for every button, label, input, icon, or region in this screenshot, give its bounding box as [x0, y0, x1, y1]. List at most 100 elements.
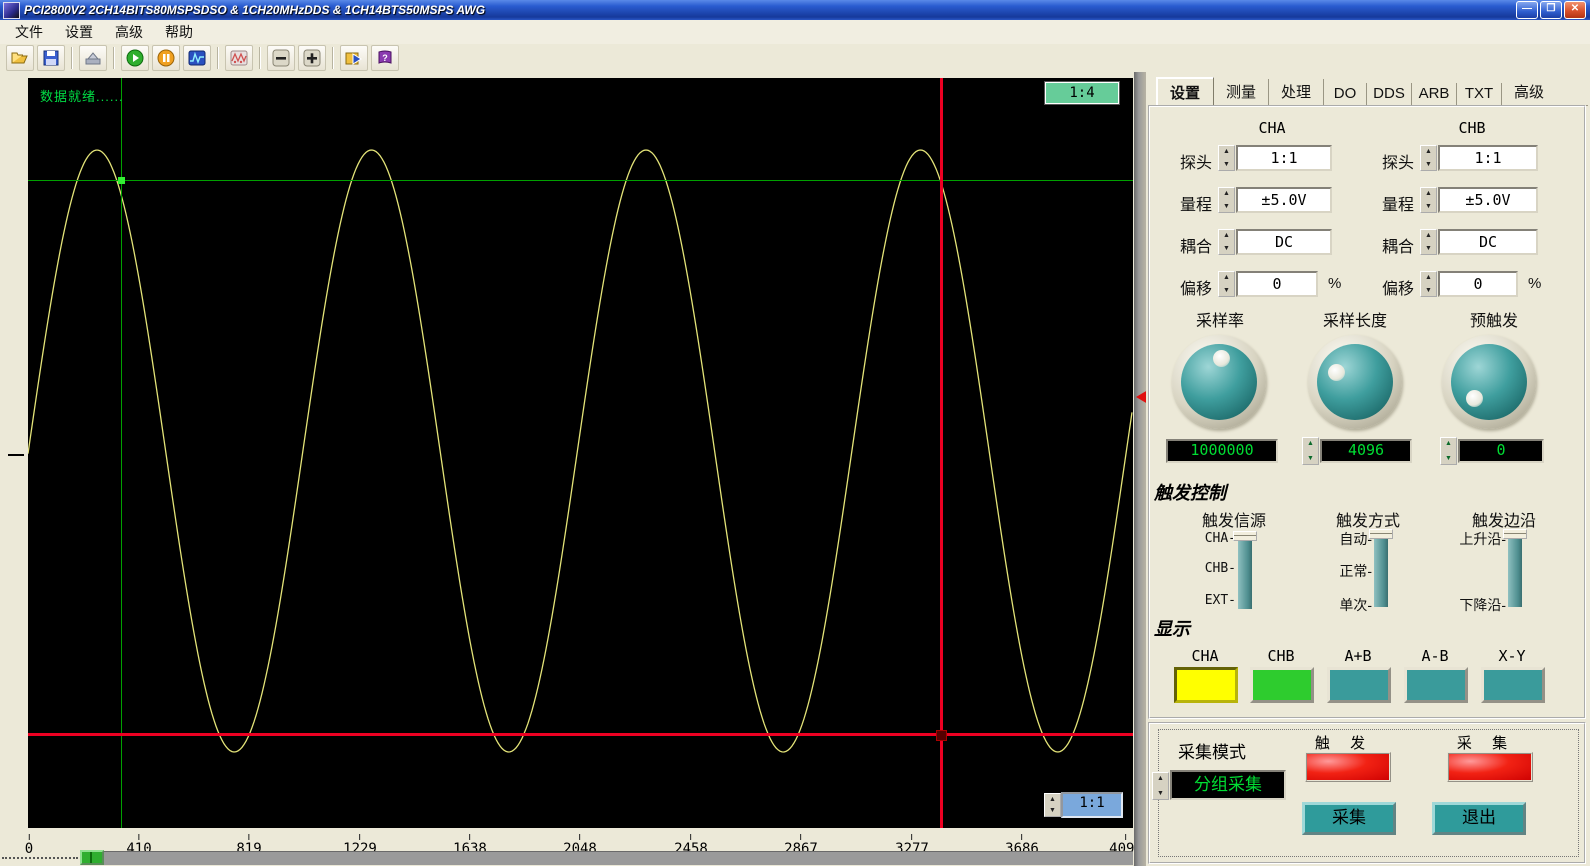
sample-rate-knob[interactable]: [1172, 335, 1266, 429]
analysis-display-button[interactable]: [225, 45, 253, 71]
scrollbar-thumb[interactable]: [80, 850, 104, 865]
start-button[interactable]: [121, 45, 149, 71]
chb-coupling-spinner[interactable]: ▲▼: [1420, 229, 1437, 255]
display-xy-button[interactable]: [1481, 667, 1545, 703]
pretrigger-knob[interactable]: [1442, 335, 1536, 429]
toolbar-separator: [332, 47, 334, 69]
chb-offset-label: 偏移: [1362, 275, 1414, 299]
display-chb-button[interactable]: [1250, 667, 1314, 703]
open-folder-button[interactable]: [6, 45, 34, 71]
trigger-source-slider[interactable]: [1238, 537, 1252, 609]
zoom-in-icon: [303, 49, 321, 67]
toolbar: ?: [0, 44, 1590, 74]
display-chb-label: CHB: [1250, 647, 1312, 665]
waveform-plot[interactable]: 数据就绪...... 1:4 ▲▼ 1:1: [28, 78, 1133, 828]
run-export-icon: [345, 50, 363, 66]
scrollbar-track[interactable]: [104, 851, 1133, 865]
tab-dds[interactable]: DDS: [1367, 83, 1412, 105]
cha-range-field[interactable]: ±5.0V: [1236, 187, 1332, 213]
display-aminusb-button[interactable]: [1404, 667, 1468, 703]
acquire-button[interactable]: 采集: [1302, 802, 1396, 835]
cha-range-label: 量程: [1160, 191, 1212, 215]
trigger-mode-slider-handle[interactable]: [1369, 529, 1393, 539]
scope-display-icon: [188, 50, 206, 66]
trigger-edge-option-rising[interactable]: 上升沿-: [1432, 529, 1506, 549]
cha-probe-spinner[interactable]: ▲▼: [1218, 145, 1235, 171]
chb-range-spinner[interactable]: ▲▼: [1420, 187, 1437, 213]
trigger-edge-slider[interactable]: [1508, 535, 1522, 607]
trigger-source-option-chb[interactable]: CHB-: [1180, 561, 1236, 576]
display-aplusb-button[interactable]: [1327, 667, 1391, 703]
chb-probe-field[interactable]: 1:1: [1438, 145, 1538, 171]
maximize-button[interactable]: ❐: [1540, 1, 1562, 19]
sample-length-knob[interactable]: [1308, 335, 1402, 429]
green-horizontal-cursor[interactable]: [28, 180, 1133, 181]
acquisition-mode-label: 采集模式: [1178, 738, 1246, 763]
tab-bar: 设置 测量 处理 DO DDS ARB TXT 高级: [1156, 80, 1588, 106]
sample-length-spinner[interactable]: ▲▼: [1302, 437, 1319, 465]
analysis-display-icon: [230, 50, 248, 66]
tab-process[interactable]: 处理: [1269, 79, 1324, 105]
save-button[interactable]: [37, 45, 65, 71]
print-icon: [84, 50, 102, 66]
horizontal-scale-indicator: 1:1: [1061, 792, 1123, 818]
trigger-edge-option-falling[interactable]: 下降沿-: [1432, 595, 1506, 615]
chb-probe-spinner[interactable]: ▲▼: [1420, 145, 1437, 171]
tab-advanced[interactable]: 高级: [1502, 79, 1556, 105]
menu-settings[interactable]: 设置: [56, 20, 102, 44]
chb-offset-spinner[interactable]: ▲▼: [1420, 271, 1437, 297]
menu-help[interactable]: 帮助: [156, 20, 202, 44]
horizontal-scale-spinner[interactable]: ▲▼: [1044, 793, 1061, 817]
red-horizontal-cursor[interactable]: [28, 733, 1133, 736]
pretrigger-spinner[interactable]: ▲▼: [1440, 437, 1457, 465]
zoom-out-button[interactable]: [267, 45, 295, 71]
acquisition-mode-spinner[interactable]: ▲▼: [1152, 772, 1169, 800]
tab-txt[interactable]: TXT: [1457, 83, 1502, 105]
stop-button[interactable]: [152, 45, 180, 71]
help-button[interactable]: ?: [371, 45, 399, 71]
cha-coupling-spinner[interactable]: ▲▼: [1218, 229, 1235, 255]
tab-measure[interactable]: 测量: [1214, 79, 1269, 105]
red-cursor-handle[interactable]: [936, 730, 947, 741]
trigger-edge-slider-handle[interactable]: [1503, 529, 1527, 539]
trigger-edge-label: 触发边沿: [1472, 507, 1536, 531]
window-title: PCI2800V2 2CH14BITS80MSPSDSO & 1CH20MHzD…: [24, 3, 485, 17]
exit-button[interactable]: 退出: [1432, 802, 1526, 835]
green-cursor-handle[interactable]: [118, 177, 125, 184]
chb-coupling-label: 耦合: [1362, 233, 1414, 257]
tab-settings[interactable]: 设置: [1156, 77, 1214, 106]
cha-offset-field[interactable]: 0: [1236, 271, 1318, 297]
trigger-mode-option-auto[interactable]: 自动-: [1312, 529, 1372, 549]
open-folder-icon: [11, 50, 29, 66]
red-vertical-cursor[interactable]: [940, 78, 943, 828]
cha-coupling-field[interactable]: DC: [1236, 229, 1332, 255]
chb-offset-field[interactable]: 0: [1438, 271, 1518, 297]
zoom-in-button[interactable]: [298, 45, 326, 71]
chb-coupling-field[interactable]: DC: [1438, 229, 1538, 255]
display-cha-button[interactable]: [1174, 667, 1238, 703]
channel-zero-level-marker: [8, 454, 24, 456]
print-button[interactable]: [79, 45, 107, 71]
minimize-button[interactable]: —: [1516, 1, 1538, 19]
close-button[interactable]: ✕: [1564, 1, 1586, 19]
trigger-source-slider-handle[interactable]: [1233, 531, 1257, 541]
menu-advanced[interactable]: 高级: [106, 20, 152, 44]
cha-range-spinner[interactable]: ▲▼: [1218, 187, 1235, 213]
trigger-mode-option-normal[interactable]: 正常-: [1312, 561, 1372, 581]
trigger-mode-slider[interactable]: [1374, 535, 1388, 607]
green-vertical-cursor[interactable]: [121, 78, 122, 828]
trigger-source-option-ext[interactable]: EXT-: [1180, 593, 1236, 608]
tab-do[interactable]: DO: [1324, 83, 1367, 105]
cha-probe-field[interactable]: 1:1: [1236, 145, 1332, 171]
trigger-mode-option-single[interactable]: 单次-: [1312, 595, 1372, 615]
knob-indicator-dot: [1328, 364, 1345, 381]
menu-file[interactable]: 文件: [6, 20, 52, 44]
run-export-button[interactable]: [340, 45, 368, 71]
tab-arb[interactable]: ARB: [1412, 83, 1457, 105]
scope-display-button[interactable]: [183, 45, 211, 71]
cha-offset-spinner[interactable]: ▲▼: [1218, 271, 1235, 297]
chb-probe-label: 探头: [1362, 149, 1414, 173]
trigger-source-option-cha[interactable]: CHA-: [1180, 531, 1236, 546]
app-icon: [3, 2, 20, 19]
chb-range-field[interactable]: ±5.0V: [1438, 187, 1538, 213]
